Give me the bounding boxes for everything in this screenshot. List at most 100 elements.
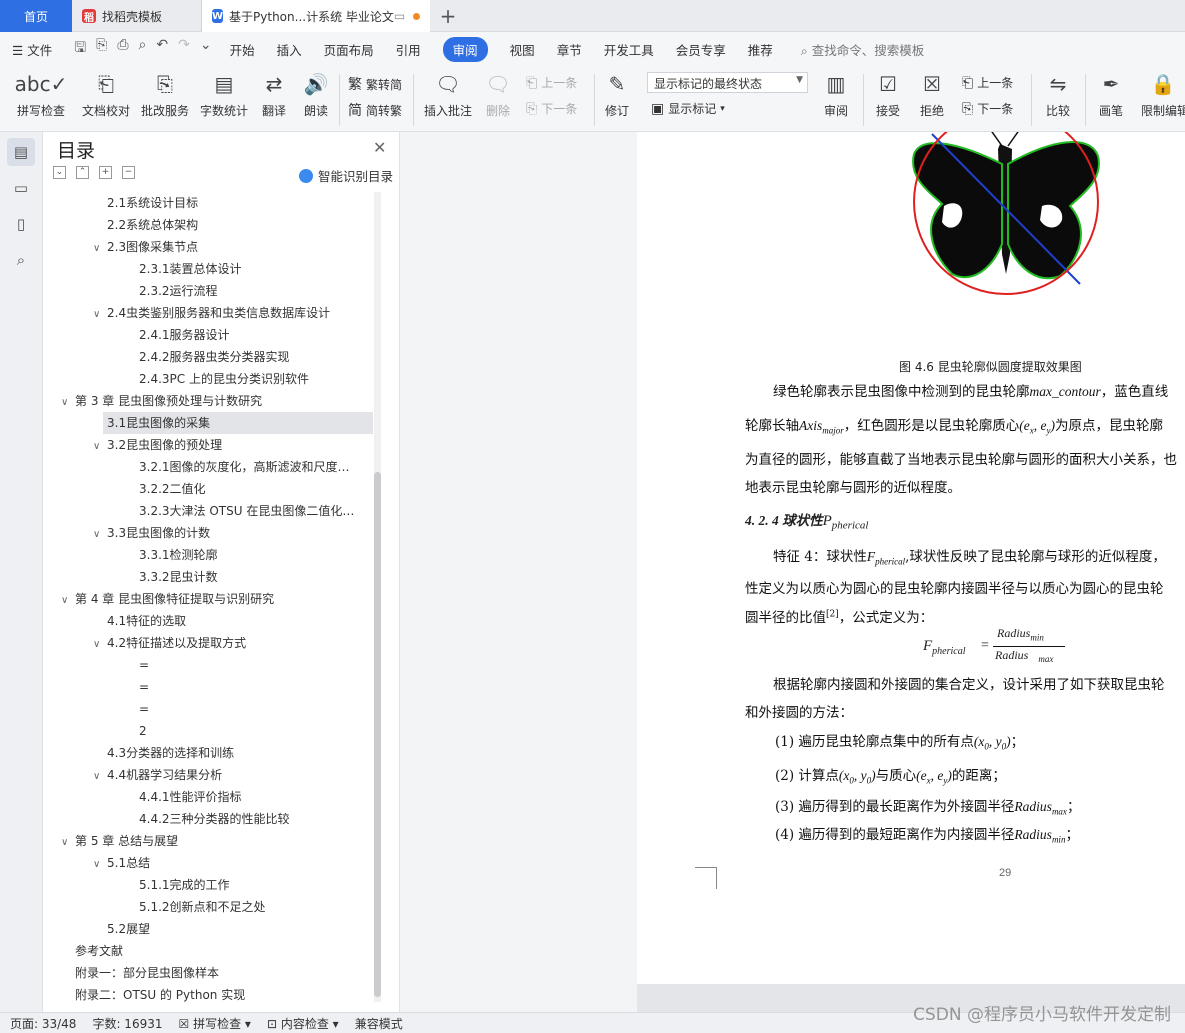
- spell-check-toggle[interactable]: ☒ 拼写检查 ▾: [179, 1015, 251, 1032]
- screen-icon[interactable]: ▭: [394, 9, 405, 23]
- toc-item[interactable]: =: [139, 654, 373, 676]
- toc-item[interactable]: ∨ 3.3昆虫图像的计数: [93, 522, 373, 544]
- citation-ref[interactable]: [2]: [826, 610, 839, 620]
- translate-button[interactable]: ⇄ 翻译: [256, 70, 292, 119]
- menu-chapter[interactable]: 章节: [557, 40, 582, 59]
- print-icon[interactable]: ⎙: [117, 37, 128, 61]
- toc-item[interactable]: 2: [139, 720, 373, 742]
- trad-to-simp-button[interactable]: 繁繁转简: [348, 74, 402, 94]
- bookmark-icon[interactable]: ▯: [7, 210, 35, 238]
- menu-insert[interactable]: 插入: [277, 40, 302, 59]
- word-count-indicator[interactable]: 字数: 16931: [92, 1015, 162, 1032]
- menu-developer[interactable]: 开发工具: [604, 40, 654, 59]
- word-count-button[interactable]: ▤ 字数统计: [198, 70, 250, 119]
- toc-item[interactable]: 5.2展望: [107, 918, 373, 940]
- compare-button[interactable]: ⇋ 比较: [1038, 70, 1078, 119]
- toc-item[interactable]: 4.3分类器的选择和训练: [107, 742, 373, 764]
- command-search[interactable]: ⌕ 查找命令、搜索模板: [801, 40, 925, 59]
- toc-item[interactable]: 3.3.2昆虫计数: [139, 566, 373, 588]
- toc-item[interactable]: 附录一：部分昆虫图像样本: [75, 962, 373, 984]
- simp-to-trad-button[interactable]: 简简转繁: [348, 100, 402, 120]
- toc-item[interactable]: 3.3.1检测轮廓: [139, 544, 373, 566]
- search-icon[interactable]: ⌕: [7, 246, 35, 274]
- toc-item[interactable]: ∨ 第 3 章 昆虫图像预处理与计数研究: [61, 390, 373, 412]
- toc-item[interactable]: 3.2.2二值化: [139, 478, 373, 500]
- chevron-down-icon[interactable]: ∨: [93, 304, 107, 324]
- restrict-edit-button[interactable]: 🔒 限制编辑: [1141, 70, 1185, 119]
- toc-item[interactable]: 2.1系统设计目标: [107, 192, 373, 214]
- print-preview-icon[interactable]: ⌕: [139, 37, 147, 61]
- show-markup-button[interactable]: ▣ 显示标记 ▾: [651, 100, 725, 117]
- chevron-down-icon[interactable]: ∨: [93, 854, 107, 874]
- toc-item[interactable]: 2.4.1服务器设计: [139, 324, 373, 346]
- close-icon[interactable]: ✕: [373, 138, 386, 157]
- toc-panel-icon[interactable]: ▤: [7, 138, 35, 166]
- toc-item[interactable]: 5.1.2创新点和不足之处: [139, 896, 373, 918]
- file-menu[interactable]: ☰ 文件: [12, 40, 52, 59]
- toc-item[interactable]: 4.4.2三种分类器的性能比较: [139, 808, 373, 830]
- remove-level-icon[interactable]: −: [122, 166, 135, 179]
- toc-scrollbar[interactable]: [374, 192, 381, 1002]
- toc-item[interactable]: 2.3.2运行流程: [139, 280, 373, 302]
- reject-button[interactable]: ☒ 拒绝: [914, 70, 950, 119]
- chevron-down-icon[interactable]: ∨: [93, 766, 107, 786]
- insert-comment-button[interactable]: 🗨 插入批注: [422, 70, 474, 119]
- read-aloud-button[interactable]: 🔊 朗读: [300, 70, 332, 119]
- menu-member[interactable]: 会员专享: [676, 40, 726, 59]
- proofread-button[interactable]: ⎗ 文档校对: [80, 70, 132, 119]
- toc-item[interactable]: 参考文献: [75, 940, 373, 962]
- chevron-down-icon[interactable]: ∨: [93, 634, 107, 654]
- chevron-down-icon[interactable]: ∨: [93, 524, 107, 544]
- content-check-toggle[interactable]: ⊡ 内容检查 ▾: [267, 1015, 339, 1032]
- chevron-down-icon[interactable]: ∨: [61, 392, 75, 412]
- save-icon[interactable]: 🖫: [74, 37, 86, 61]
- batch-service-button[interactable]: ⎘ 批改服务: [139, 70, 191, 119]
- ink-button[interactable]: ✒ 画笔: [1093, 70, 1129, 119]
- menu-review[interactable]: 审阅: [442, 36, 488, 62]
- chevron-down-icon[interactable]: ∨: [61, 590, 75, 610]
- spell-check-button[interactable]: abc✓ 拼写检查: [12, 70, 70, 119]
- toc-item[interactable]: 4.1特征的选取: [107, 610, 373, 632]
- chevron-down-icon[interactable]: ∨: [61, 832, 75, 852]
- toc-item[interactable]: ∨ 2.3图像采集节点: [93, 236, 373, 258]
- toc-item[interactable]: ∨ 4.4机器学习结果分析: [93, 764, 373, 786]
- menu-layout[interactable]: 页面布局: [324, 40, 374, 59]
- toc-item[interactable]: ∨ 2.4虫类鉴别服务器和虫类信息数据库设计: [93, 302, 373, 324]
- toc-item[interactable]: 附录二：OTSU 的 Python 实现: [75, 984, 373, 1006]
- menu-reference[interactable]: 引用: [396, 40, 421, 59]
- toc-item[interactable]: 2.4.3PC 上的昆虫分类识别软件: [139, 368, 373, 390]
- toc-item[interactable]: 2.2系统总体架构: [107, 214, 373, 236]
- chapter-nav-icon[interactable]: ▭: [7, 174, 35, 202]
- menu-start[interactable]: 开始: [230, 40, 255, 59]
- add-level-icon[interactable]: +: [99, 166, 112, 179]
- toc-item[interactable]: 2.4.2服务器虫类分类器实现: [139, 346, 373, 368]
- prev-change-button[interactable]: ⎗ 上一条: [962, 74, 1013, 91]
- toc-item[interactable]: 4.4.1性能评价指标: [139, 786, 373, 808]
- expand-up-icon[interactable]: ⌃: [76, 166, 89, 179]
- next-comment-button[interactable]: ⎘ 下一条: [526, 100, 577, 117]
- prev-comment-button[interactable]: ⎗ 上一条: [526, 74, 577, 91]
- collapse-all-icon[interactable]: ⌄: [53, 166, 66, 179]
- toc-item[interactable]: ∨ 5.1总结: [93, 852, 373, 874]
- toc-item[interactable]: 3.2.3大津法 OTSU 在昆虫图像二值化…: [139, 500, 373, 522]
- more-icon[interactable]: ⌄: [200, 37, 212, 61]
- smart-toc-button[interactable]: 智能识别目录: [299, 166, 393, 185]
- tab-template[interactable]: 稻 找稻壳模板: [72, 0, 202, 32]
- toc-item[interactable]: =: [139, 676, 373, 698]
- delete-comment-button[interactable]: 🗨 删除: [480, 70, 516, 119]
- track-changes-button[interactable]: ✎ 修订: [601, 70, 633, 119]
- document-page[interactable]: 图 4.6 昆虫轮廓似圆度提取效果图 绿色轮廓表示昆虫图像中检测到的昆虫轮廓ma…: [637, 132, 1185, 984]
- toc-item[interactable]: ∨ 3.2昆虫图像的预处理: [93, 434, 373, 456]
- toc-item[interactable]: 3.1昆虫图像的采集: [103, 412, 373, 434]
- markup-state-select[interactable]: 显示标记的最终状态 ▼: [647, 72, 808, 93]
- tab-document[interactable]: W 基于Python...计系统 毕业论文 ▭: [202, 0, 430, 32]
- new-tab-button[interactable]: +: [430, 0, 466, 31]
- tab-home[interactable]: 首页: [0, 0, 72, 32]
- toc-item[interactable]: ∨ 第 5 章 总结与展望: [61, 830, 373, 852]
- redo-icon[interactable]: ↷: [178, 37, 190, 61]
- export-icon[interactable]: ⎘: [96, 37, 107, 61]
- toc-item[interactable]: 3.2.1图像的灰度化，高斯滤波和尺度…: [139, 456, 373, 478]
- toc-item[interactable]: 5.1.1完成的工作: [139, 874, 373, 896]
- undo-icon[interactable]: ↶: [156, 37, 168, 61]
- chevron-down-icon[interactable]: ∨: [93, 436, 107, 456]
